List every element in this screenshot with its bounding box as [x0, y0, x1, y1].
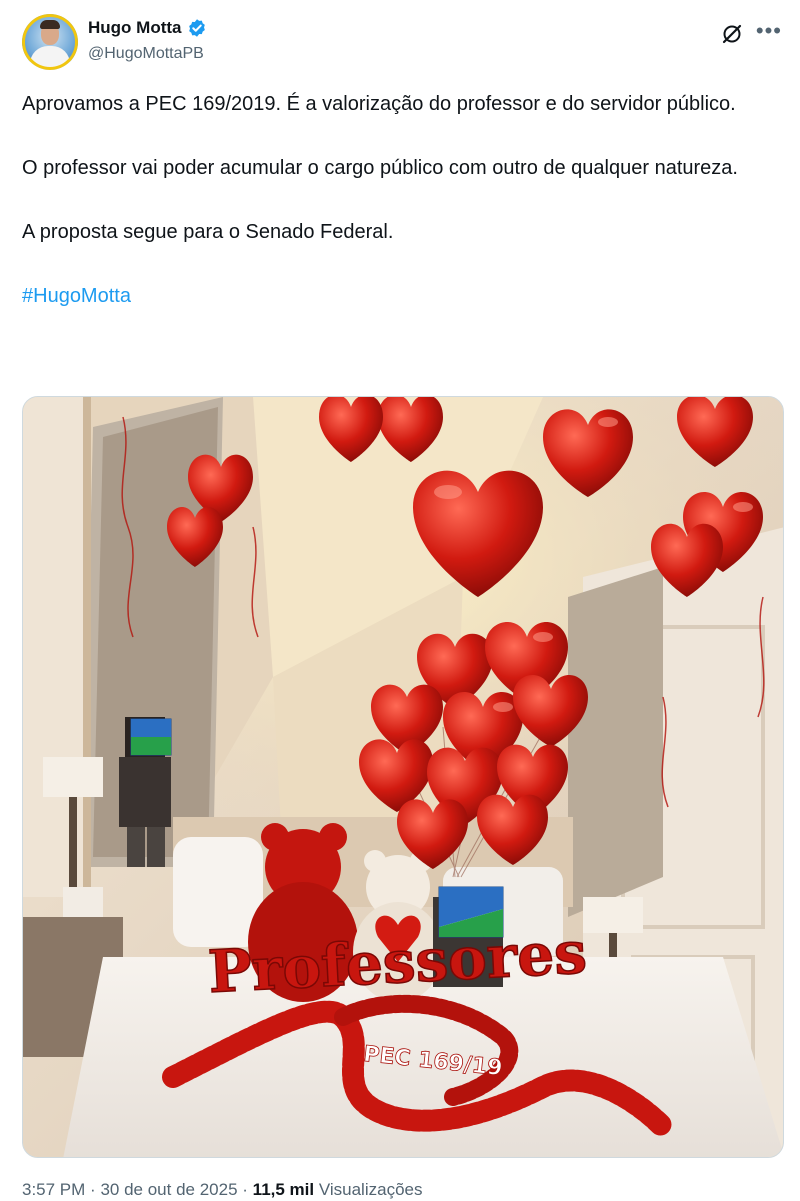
meta-separator: · — [90, 1180, 96, 1199]
meta-separator: · — [242, 1180, 248, 1199]
views-label: Visualizações — [318, 1180, 423, 1199]
views-count: 11,5 mil — [252, 1180, 315, 1199]
author-name[interactable]: Hugo Motta — [88, 18, 181, 38]
tweet-text: Aprovamos a PEC 169/2019. É a valorizaçã… — [22, 88, 782, 312]
hotel-room-balloons-photo: Professores PEC 169/19 — [23, 397, 783, 1157]
tweet-header: Hugo Motta @HugoMottaPB ••• — [22, 14, 782, 74]
author-handle[interactable]: @HugoMottaPB — [88, 45, 204, 63]
tweet-paragraph: A proposta segue para o Senado Federal. — [22, 221, 394, 243]
author-name-row: Hugo Motta — [88, 18, 207, 38]
more-options-icon[interactable]: ••• — [756, 18, 782, 44]
avatar[interactable] — [22, 14, 78, 70]
tweet-meta: 3:57 PM · 30 de out de 2025 · 11,5 mil V… — [22, 1180, 422, 1200]
hashtag-link[interactable]: #HugoMotta — [22, 285, 131, 307]
tweet-date[interactable]: 30 de out de 2025 — [100, 1180, 237, 1199]
tweet-image[interactable]: Professores PEC 169/19 — [22, 396, 784, 1158]
verified-badge-icon — [189, 19, 206, 37]
tweet-paragraph: O professor vai poder acumular o cargo p… — [22, 157, 738, 179]
tweet-time[interactable]: 3:57 PM — [22, 1180, 85, 1199]
grok-icon[interactable] — [720, 22, 744, 46]
tweet-paragraph: Aprovamos a PEC 169/2019. É a valorizaçã… — [22, 93, 736, 115]
